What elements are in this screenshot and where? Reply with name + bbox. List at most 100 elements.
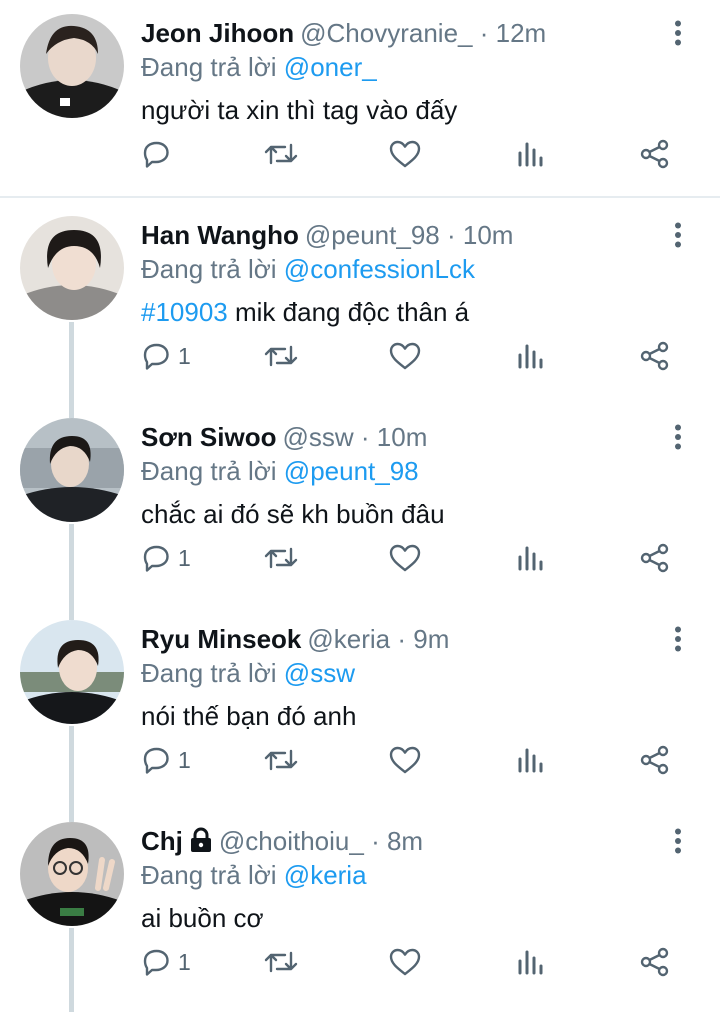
- heart-icon: [389, 140, 421, 168]
- more-vertical-icon: [675, 424, 681, 450]
- tweet-actions: 1: [0, 336, 720, 376]
- replying-to-mention[interactable]: @peunt_98: [284, 456, 419, 486]
- dot-separator: ·: [397, 624, 407, 654]
- tweet[interactable]: Sơn Siwoo @ssw · 10m Đang trả lời @peunt_…: [0, 404, 720, 606]
- retweet-button[interactable]: [263, 538, 299, 578]
- tweet-text: chắc ai đó sẽ kh buồn đâu: [141, 497, 445, 531]
- like-button[interactable]: [388, 942, 422, 982]
- views-icon: [518, 344, 543, 369]
- retweet-button[interactable]: [263, 942, 299, 982]
- tweet-header: Ryu Minseok @keria · 9m: [141, 622, 671, 656]
- retweet-icon: [264, 951, 298, 973]
- share-button[interactable]: [639, 336, 671, 376]
- tweet-header: Sơn Siwoo @ssw · 10m: [141, 420, 671, 454]
- views-button[interactable]: [516, 336, 546, 376]
- views-icon: [518, 950, 543, 975]
- reply-icon: [143, 949, 169, 976]
- display-name[interactable]: Han Wangho: [141, 220, 299, 250]
- tweet-actions: 1: [0, 740, 720, 780]
- share-button[interactable]: [639, 134, 671, 174]
- avatar[interactable]: [20, 822, 124, 926]
- views-button[interactable]: [516, 942, 546, 982]
- more-options-button[interactable]: [667, 424, 689, 450]
- share-button[interactable]: [639, 942, 671, 982]
- avatar[interactable]: [20, 418, 124, 522]
- like-button[interactable]: [388, 336, 422, 376]
- tweet-time[interactable]: 12m: [496, 18, 547, 48]
- user-handle[interactable]: @ssw: [282, 422, 353, 452]
- heart-icon: [389, 746, 421, 774]
- more-options-button[interactable]: [667, 222, 689, 248]
- tweet-time[interactable]: 10m: [377, 422, 428, 452]
- replying-to: Đang trả lời @keria: [141, 858, 367, 892]
- tweet-header: Jeon Jihoon @Chovyranie_ · 12m: [141, 16, 671, 50]
- reply-count: 1: [178, 948, 191, 975]
- like-button[interactable]: [388, 740, 422, 780]
- tweet-divider: [0, 196, 720, 198]
- user-handle[interactable]: @Chovyranie_: [300, 18, 472, 48]
- tweet-text: nói thế bạn đó anh: [141, 699, 356, 733]
- reply-button[interactable]: 1: [140, 336, 191, 376]
- reply-button[interactable]: 1: [140, 942, 191, 982]
- display-name[interactable]: Chj: [141, 826, 183, 856]
- reply-button[interactable]: [140, 134, 178, 174]
- user-handle[interactable]: @choithoiu_: [219, 826, 364, 856]
- share-button[interactable]: [639, 538, 671, 578]
- tweet[interactable]: Han Wangho @peunt_98 · 10m Đang trả lời @…: [0, 202, 720, 404]
- more-options-button[interactable]: [667, 828, 689, 854]
- views-button[interactable]: [516, 538, 546, 578]
- replying-prefix: Đang trả lời: [141, 254, 277, 284]
- hashtag-link[interactable]: #10903: [141, 297, 228, 327]
- replying-to-mention[interactable]: @confessionLck: [284, 254, 475, 284]
- more-options-button[interactable]: [667, 20, 689, 46]
- more-vertical-icon: [675, 222, 681, 248]
- replying-prefix: Đang trả lời: [141, 860, 277, 890]
- dot-separator: ·: [446, 220, 456, 250]
- heart-icon: [389, 544, 421, 572]
- retweet-icon: [264, 345, 298, 367]
- user-handle[interactable]: @peunt_98: [305, 220, 440, 250]
- tweet[interactable]: Jeon Jihoon @Chovyranie_ · 12m Đang trả l…: [0, 0, 720, 196]
- retweet-button[interactable]: [263, 740, 299, 780]
- display-name[interactable]: Ryu Minseok: [141, 624, 301, 654]
- avatar[interactable]: [20, 14, 124, 118]
- tweet[interactable]: Ryu Minseok @keria · 9m Đang trả lời @ssw…: [0, 606, 720, 808]
- retweet-button[interactable]: [263, 336, 299, 376]
- tweet-time[interactable]: 9m: [413, 624, 449, 654]
- display-name[interactable]: Sơn Siwoo: [141, 422, 276, 452]
- tweet-time[interactable]: 10m: [463, 220, 514, 250]
- avatar[interactable]: [20, 216, 124, 320]
- retweet-button[interactable]: [263, 134, 299, 174]
- reply-icon: [143, 141, 169, 168]
- tweet-actions: [0, 134, 720, 174]
- replying-to-mention[interactable]: @ssw: [284, 658, 355, 688]
- reply-count: 1: [178, 342, 191, 369]
- tweet-actions: 1: [0, 538, 720, 578]
- tweet-body: người ta xin thì tag vào đấy: [141, 95, 458, 125]
- tweet[interactable]: Chj @choithoiu_ · 8m Đang trả lời @keria …: [0, 808, 720, 1012]
- display-name[interactable]: Jeon Jihoon: [141, 18, 294, 48]
- views-icon: [518, 142, 543, 167]
- avatar[interactable]: [20, 620, 124, 724]
- tweet-body: ai buồn cơ: [141, 903, 264, 933]
- like-button[interactable]: [388, 134, 422, 174]
- replying-to-mention[interactable]: @keria: [284, 860, 367, 890]
- views-button[interactable]: [516, 740, 546, 780]
- tweet-time[interactable]: 8m: [387, 826, 423, 856]
- reply-icon: [143, 545, 169, 572]
- reply-count: 1: [178, 746, 191, 773]
- more-options-button[interactable]: [667, 626, 689, 652]
- share-icon: [640, 341, 669, 371]
- tweet-actions: 1: [0, 942, 720, 982]
- retweet-icon: [264, 547, 298, 569]
- reply-button[interactable]: 1: [140, 740, 191, 780]
- lock-icon: [190, 827, 211, 852]
- replying-to-mention[interactable]: @oner_: [284, 52, 377, 82]
- reply-button[interactable]: 1: [140, 538, 191, 578]
- share-icon: [640, 745, 669, 775]
- dot-separator: ·: [371, 826, 380, 856]
- share-button[interactable]: [639, 740, 671, 780]
- views-button[interactable]: [516, 134, 546, 174]
- like-button[interactable]: [388, 538, 422, 578]
- user-handle[interactable]: @keria: [307, 624, 390, 654]
